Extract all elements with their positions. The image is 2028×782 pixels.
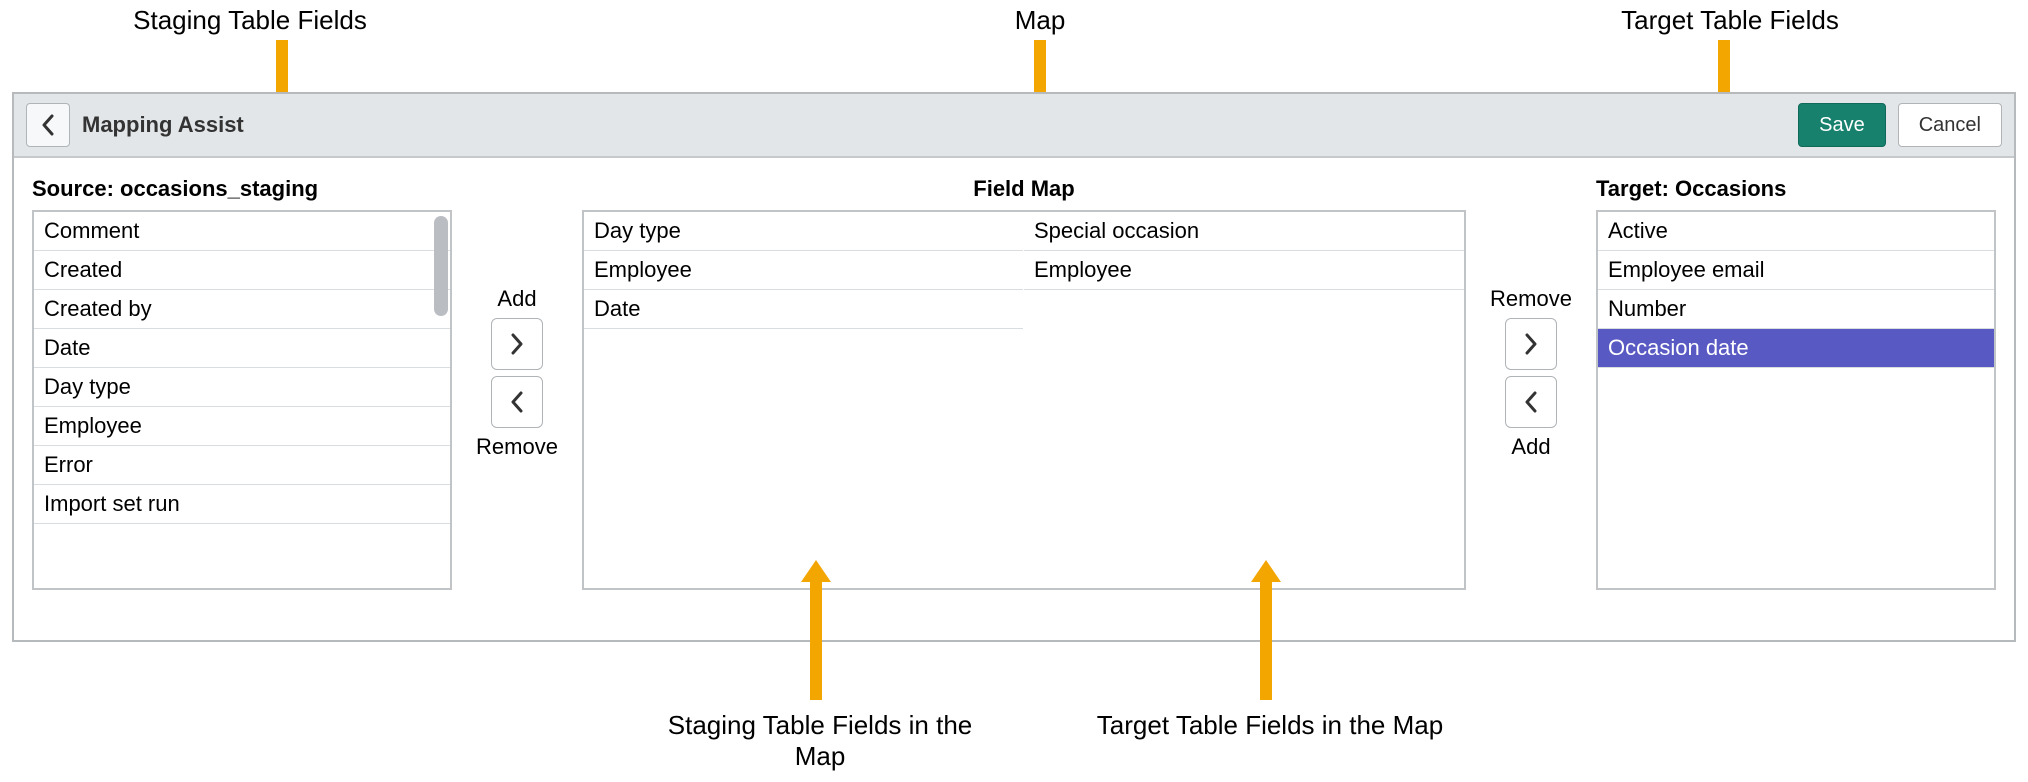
list-item[interactable]: Number [1598, 290, 1994, 329]
callout-target-in-map: Target Table Fields in the Map [1090, 710, 1450, 741]
chevron-right-icon [509, 333, 525, 355]
list-item[interactable]: Created [34, 251, 450, 290]
fieldmap-column: Field Map Day typeEmployeeDate Special o… [582, 176, 1466, 590]
arrow-up-icon [1260, 580, 1272, 700]
mapping-assist-panel: Mapping Assist Save Cancel Source: occas… [12, 92, 2016, 642]
list-item[interactable]: Created by [34, 290, 450, 329]
source-listbox[interactable]: CommentCreatedCreated byDateDay typeEmpl… [32, 210, 452, 590]
callout-staging-fields: Staging Table Fields [120, 5, 380, 36]
list-item[interactable]: Active [1598, 212, 1994, 251]
fieldmap-left[interactable]: Day typeEmployeeDate [584, 212, 1024, 588]
target-buttons: Remove Add [1466, 176, 1596, 460]
fieldmap-label: Field Map [973, 176, 1074, 202]
target-column: Target: Occasions ActiveEmployee emailNu… [1596, 176, 1996, 590]
list-item[interactable]: Occasion date [1598, 329, 1994, 368]
target-listbox[interactable]: ActiveEmployee emailNumberOccasion date [1596, 210, 1996, 590]
page-title: Mapping Assist [82, 112, 244, 138]
chevron-left-icon [40, 114, 56, 136]
fieldmap-box: Day typeEmployeeDate Special occasionEmp… [582, 210, 1466, 590]
list-item[interactable]: Date [34, 329, 450, 368]
add-source-button[interactable] [491, 318, 543, 370]
chevron-left-icon [1523, 391, 1539, 413]
list-item[interactable]: Employee [1024, 251, 1464, 290]
add-target-button[interactable] [1505, 376, 1557, 428]
list-item[interactable]: Employee [34, 407, 450, 446]
list-item[interactable]: Import set run [34, 485, 450, 524]
remove-label: Remove [476, 434, 558, 460]
list-item[interactable]: Special occasion [1024, 212, 1464, 251]
save-button[interactable]: Save [1798, 103, 1886, 147]
add-label: Add [1511, 434, 1550, 460]
target-label: Target: Occasions [1596, 176, 1996, 202]
cancel-button[interactable]: Cancel [1898, 103, 2002, 147]
source-label: Source: occasions_staging [32, 176, 452, 202]
list-item[interactable]: Comment [34, 212, 450, 251]
list-item[interactable]: Date [584, 290, 1023, 329]
remove-source-button[interactable] [491, 376, 543, 428]
callout-map: Map [1000, 5, 1080, 36]
callout-staging-in-map: Staging Table Fields in the Map [640, 710, 1000, 772]
callout-target-fields: Target Table Fields [1610, 5, 1850, 36]
list-item[interactable]: Day type [584, 212, 1023, 251]
list-item[interactable]: Day type [34, 368, 450, 407]
panel-header: Mapping Assist Save Cancel [14, 94, 2014, 158]
scrollbar-thumb[interactable] [434, 216, 448, 316]
arrow-up-icon [810, 580, 822, 700]
remove-target-button[interactable] [1505, 318, 1557, 370]
source-column: Source: occasions_staging CommentCreated… [32, 176, 452, 590]
chevron-left-icon [509, 391, 525, 413]
fieldmap-right[interactable]: Special occasionEmployee [1024, 212, 1464, 588]
list-item[interactable]: Employee [584, 251, 1023, 290]
panel-body: Source: occasions_staging CommentCreated… [14, 158, 2014, 640]
list-item[interactable]: Error [34, 446, 450, 485]
list-item[interactable]: Employee email [1598, 251, 1994, 290]
source-buttons: Add Remove [452, 176, 582, 460]
add-label: Add [497, 286, 536, 312]
chevron-right-icon [1523, 333, 1539, 355]
back-button[interactable] [26, 103, 70, 147]
remove-label: Remove [1490, 286, 1572, 312]
